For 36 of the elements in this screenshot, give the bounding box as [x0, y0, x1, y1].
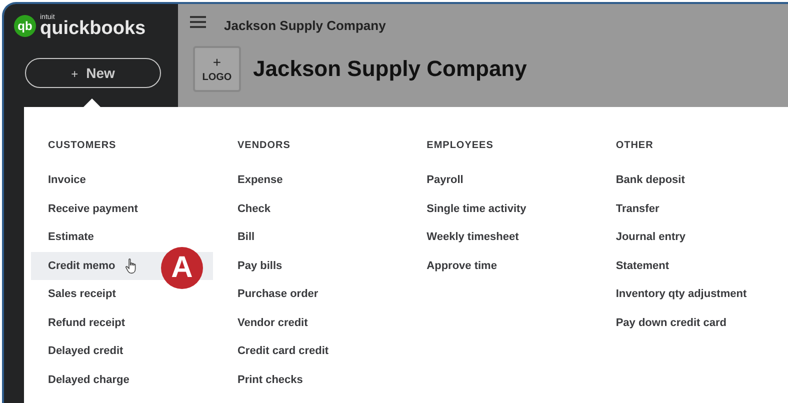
menu-item[interactable]: Pay down credit card: [598, 308, 788, 337]
menu-section-heading: VENDORS: [236, 139, 292, 153]
menu-item[interactable]: Pay bills: [220, 252, 410, 280]
menu-item[interactable]: Print checks: [220, 366, 410, 394]
menu-item[interactable]: Receive payment: [31, 194, 214, 223]
menu-item[interactable]: Invoice: [31, 166, 214, 194]
menu-item[interactable]: Vendor credit: [220, 308, 410, 337]
menu-item[interactable]: Delayed charge: [31, 366, 214, 394]
menu-item[interactable]: Check: [220, 194, 410, 223]
brand-name: quickbooks: [40, 19, 146, 38]
menu-item[interactable]: Transfer: [598, 194, 788, 223]
menu-icon[interactable]: [190, 16, 206, 28]
menu-item[interactable]: Expense: [220, 166, 410, 194]
menu-item[interactable]: Statement: [598, 252, 788, 280]
menu-item[interactable]: Credit card credit: [220, 337, 410, 366]
menu-item[interactable]: Payroll: [410, 166, 599, 194]
menu-section-heading: OTHER: [614, 139, 654, 153]
menu-item[interactable]: Delayed credit: [31, 337, 214, 366]
menu-item[interactable]: Bill: [220, 223, 410, 252]
menu-item[interactable]: Refund receipt: [31, 308, 214, 337]
hand-cursor-icon: [125, 258, 138, 274]
add-logo-button[interactable]: + LOGO: [193, 46, 241, 92]
menu-section-heading: CUSTOMERS: [47, 139, 118, 153]
logo-mark: qb: [14, 15, 36, 37]
menu-item[interactable]: Purchase order: [220, 280, 410, 308]
menu-item[interactable]: Bank deposit: [598, 166, 788, 194]
menu-item[interactable]: Weekly timesheet: [410, 223, 599, 252]
menu-item[interactable]: Single time activity: [410, 194, 599, 223]
menu-item[interactable]: Journal entry: [598, 223, 788, 252]
new-button[interactable]: + New: [25, 58, 161, 88]
menu-item[interactable]: Inventory qty adjustment: [598, 280, 788, 308]
company-name: Jackson Supply Company: [224, 18, 386, 32]
annotation-badge: A: [161, 247, 203, 289]
menu-item[interactable]: Approve time: [410, 252, 599, 280]
menu-section-heading: EMPLOYEES: [426, 139, 494, 153]
company-title: Jackson Supply Company: [253, 56, 527, 82]
